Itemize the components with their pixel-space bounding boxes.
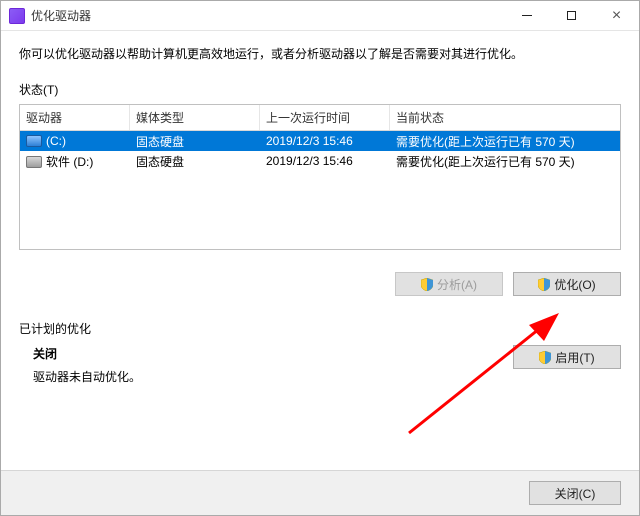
optimize-button[interactable]: 优化(O) bbox=[513, 272, 621, 296]
schedule-off: 关闭 bbox=[33, 345, 141, 362]
header-media[interactable]: 媒体类型 bbox=[130, 105, 260, 130]
header-drive[interactable]: 驱动器 bbox=[20, 105, 130, 130]
window-title: 优化驱动器 bbox=[31, 7, 504, 24]
window-controls: × bbox=[504, 1, 639, 30]
cell-drive: 软件 (D:) bbox=[46, 155, 93, 169]
maximize-icon bbox=[567, 11, 576, 20]
enable-label: 启用(T) bbox=[555, 349, 594, 366]
content-area: 你可以优化驱动器以帮助计算机更高效地运行，或者分析驱动器以了解是否需要对其进行优… bbox=[1, 31, 639, 470]
table-row[interactable]: (C:) 固态硬盘 2019/12/3 15:46 需要优化(距上次运行已有 5… bbox=[20, 131, 620, 151]
shield-icon bbox=[538, 278, 550, 291]
drive-icon bbox=[26, 135, 42, 147]
enable-button[interactable]: 启用(T) bbox=[513, 345, 621, 369]
schedule-label: 已计划的优化 bbox=[19, 320, 621, 337]
maximize-button[interactable] bbox=[549, 1, 594, 30]
table-header: 驱动器 媒体类型 上一次运行时间 当前状态 bbox=[20, 105, 620, 131]
footer: 关闭(C) bbox=[1, 470, 639, 515]
cell-last-run: 2019/12/3 15:46 bbox=[260, 153, 390, 169]
close-button[interactable]: × bbox=[594, 1, 639, 30]
window-optimize-drives: 优化驱动器 × 你可以优化驱动器以帮助计算机更高效地运行，或者分析驱动器以了解是… bbox=[0, 0, 640, 516]
minimize-icon bbox=[522, 15, 532, 16]
app-icon bbox=[9, 8, 25, 24]
minimize-button[interactable] bbox=[504, 1, 549, 30]
drive-table: 驱动器 媒体类型 上一次运行时间 当前状态 (C:) 固态硬盘 2019/12/… bbox=[19, 104, 621, 250]
shield-icon bbox=[421, 278, 433, 291]
table-row[interactable]: 软件 (D:) 固态硬盘 2019/12/3 15:46 需要优化(距上次运行已… bbox=[20, 151, 620, 171]
schedule-text: 关闭 驱动器未自动优化。 bbox=[19, 345, 141, 385]
action-buttons: 分析(A) 优化(O) bbox=[19, 272, 621, 296]
close-icon: × bbox=[612, 8, 621, 24]
shield-icon bbox=[539, 351, 551, 364]
close-label: 关闭(C) bbox=[555, 485, 596, 502]
cell-current-state: 需要优化(距上次运行已有 570 天) bbox=[390, 152, 620, 171]
analyze-label: 分析(A) bbox=[437, 276, 477, 293]
header-last-run[interactable]: 上一次运行时间 bbox=[260, 105, 390, 130]
cell-current-state: 需要优化(距上次运行已有 570 天) bbox=[390, 132, 620, 151]
cell-drive: (C:) bbox=[46, 134, 66, 148]
close-dialog-button[interactable]: 关闭(C) bbox=[529, 481, 621, 505]
table-body: (C:) 固态硬盘 2019/12/3 15:46 需要优化(距上次运行已有 5… bbox=[20, 131, 620, 249]
drive-icon bbox=[26, 156, 42, 168]
analyze-button: 分析(A) bbox=[395, 272, 503, 296]
description-text: 你可以优化驱动器以帮助计算机更高效地运行，或者分析驱动器以了解是否需要对其进行优… bbox=[19, 45, 621, 63]
cell-media: 固态硬盘 bbox=[130, 132, 260, 151]
header-current-state[interactable]: 当前状态 bbox=[390, 105, 620, 130]
optimize-label: 优化(O) bbox=[554, 276, 595, 293]
cell-media: 固态硬盘 bbox=[130, 152, 260, 171]
status-label: 状态(T) bbox=[19, 81, 621, 98]
schedule-section: 已计划的优化 关闭 驱动器未自动优化。 启用(T) bbox=[19, 320, 621, 385]
titlebar: 优化驱动器 × bbox=[1, 1, 639, 31]
schedule-message: 驱动器未自动优化。 bbox=[33, 368, 141, 385]
cell-last-run: 2019/12/3 15:46 bbox=[260, 133, 390, 149]
